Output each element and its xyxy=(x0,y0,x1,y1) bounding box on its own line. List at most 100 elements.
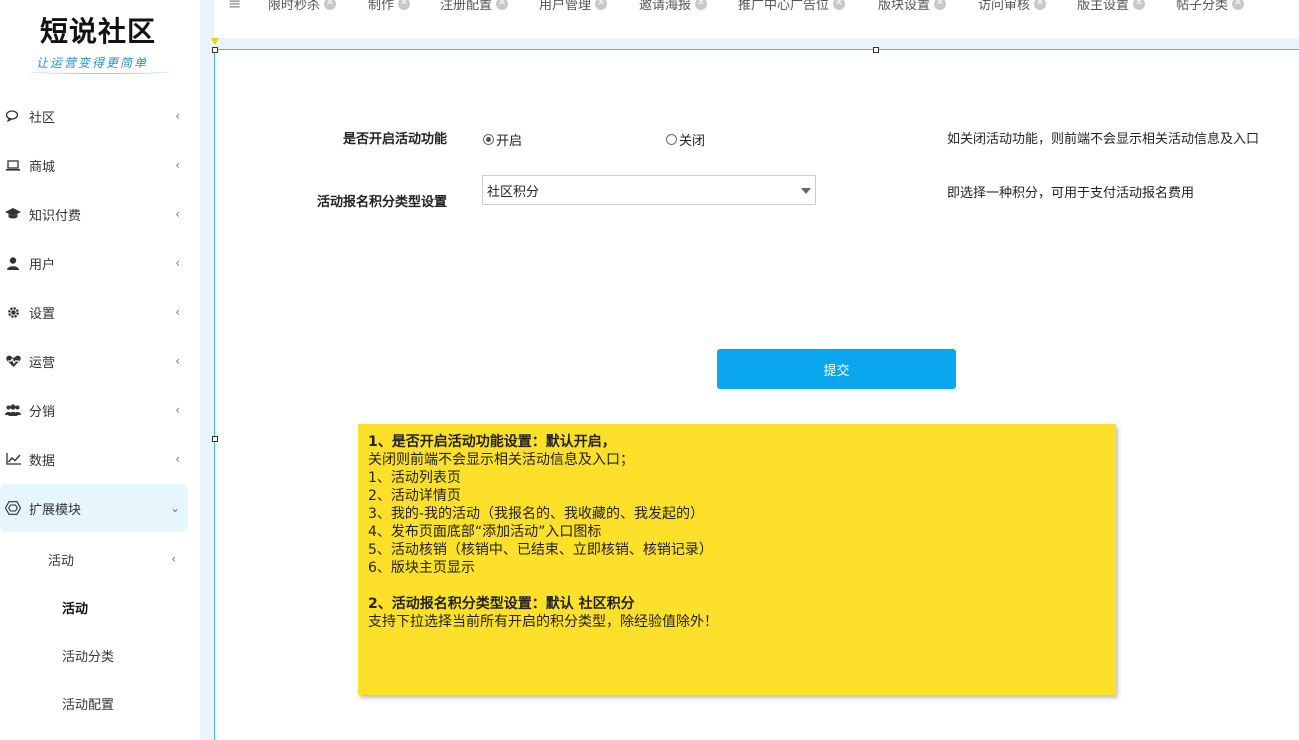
user-icon xyxy=(5,256,21,270)
sidebar-item-knowledge[interactable]: 知识付费 ‹ xyxy=(0,190,188,238)
note-line: 2、活动详情页 xyxy=(368,488,461,504)
sticky-note: 1、是否开启活动功能设置：默认开启， 关闭则前端不会显示相关活动信息及入口； 1… xyxy=(358,424,1116,695)
enable-activity-label: 是否开启活动功能 xyxy=(342,132,447,147)
close-icon[interactable]: ✕ xyxy=(1034,0,1047,10)
sidebar-item-distribution[interactable]: 分销 ‹ xyxy=(0,386,188,434)
sidebar-subitem-label: 活动 xyxy=(62,601,89,617)
sidebar-item-user[interactable]: 用户 ‹ xyxy=(0,239,188,287)
tab-label: 帖子分类 xyxy=(1176,0,1229,13)
note-line: 6、版块主页显示 xyxy=(368,560,475,576)
note-line: 4、发布页面底部“添加活动”入口图标 xyxy=(368,524,602,540)
tab-label: 推广中心广告位 xyxy=(738,0,830,13)
logo-subtitle: 让运营变得更简单 xyxy=(36,56,149,70)
heartbeat-icon xyxy=(5,355,21,367)
note-line: 支持下拉选择当前所有开启的积分类型，除经验值除外！ xyxy=(368,614,718,630)
close-icon[interactable]: ✕ xyxy=(324,0,337,10)
tab-access-review[interactable]: 访问审核 ✕ xyxy=(978,0,1047,13)
tab-label: 版主设置 xyxy=(1077,0,1130,13)
radio-enable-on[interactable]: 开启 xyxy=(483,130,522,149)
caret-down-icon xyxy=(801,188,811,194)
close-icon[interactable]: ✕ xyxy=(695,0,708,10)
sidebar-item-label: 扩展模块 xyxy=(29,502,82,518)
sidebar-subitem-activity-config[interactable]: 活动配置 xyxy=(0,679,188,727)
resize-handle[interactable] xyxy=(873,47,879,53)
logo-title: 短说社区 xyxy=(40,15,157,48)
users-icon xyxy=(5,404,21,416)
sidebar-item-mall[interactable]: 商城 ‹ xyxy=(0,141,188,189)
tab-register-config[interactable]: 注册配置 ✕ xyxy=(440,0,509,13)
note-line: 关闭则前端不会显示相关活动信息及入口； xyxy=(368,452,634,468)
score-type-value: 社区积分 xyxy=(487,184,540,200)
note-line: 1、活动列表页 xyxy=(368,470,461,486)
sidebar: 短说社区 让运营变得更简单 社区 ‹ 商城 ‹ 知识付费 ‹ 用户 ‹ 设置 ‹… xyxy=(0,0,200,740)
tab-user-management[interactable]: 用户管理 ✕ xyxy=(539,0,608,13)
chevron-left-icon: ‹ xyxy=(175,403,180,417)
tab-label: 版块设置 xyxy=(878,0,931,13)
close-icon[interactable]: ✕ xyxy=(833,0,846,10)
sidebar-subgroup-activity[interactable]: 活动 ‹ xyxy=(0,535,188,583)
close-icon[interactable]: ✕ xyxy=(1232,0,1245,10)
tab-label: 访问审核 xyxy=(978,0,1031,13)
tab-label: 邀请海报 xyxy=(639,0,692,13)
tab-section-settings[interactable]: 版块设置 ✕ xyxy=(878,0,947,13)
radio-checked-icon xyxy=(483,134,494,145)
chevron-left-icon: ‹ xyxy=(175,158,180,172)
radio-unchecked-icon xyxy=(666,134,677,145)
tab-post-category[interactable]: 帖子分类 ✕ xyxy=(1176,0,1245,13)
tab-promo-ad[interactable]: 推广中心广告位 ✕ xyxy=(738,0,846,13)
cube-icon xyxy=(5,501,21,515)
chevron-left-icon: ‹ xyxy=(171,552,176,566)
radio-label: 开启 xyxy=(496,134,523,149)
sidebar-item-community[interactable]: 社区 ‹ xyxy=(0,92,188,140)
close-icon[interactable]: ✕ xyxy=(398,0,411,10)
radio-label: 关闭 xyxy=(679,134,706,149)
chevron-left-icon: ‹ xyxy=(175,305,180,319)
gear-icon xyxy=(5,306,21,319)
radio-enable-off[interactable]: 关闭 xyxy=(666,130,705,149)
main-content: 是否开启活动功能 开启 关闭 如关闭活动功能，则前端不会显示相关活动信息及入口 … xyxy=(211,38,1299,740)
sidebar-item-label: 运营 xyxy=(29,355,56,371)
close-icon[interactable]: ✕ xyxy=(934,0,947,10)
close-icon[interactable]: ✕ xyxy=(496,0,509,10)
close-icon[interactable]: ✕ xyxy=(595,0,608,10)
tab-make[interactable]: 制作 ✕ xyxy=(368,0,411,13)
score-type-select[interactable]: 社区积分 xyxy=(482,175,816,205)
sidebar-subitem-activity[interactable]: 活动 xyxy=(0,583,188,631)
sidebar-item-label: 设置 xyxy=(29,306,56,322)
sidebar-subitem-label: 活动配置 xyxy=(62,697,115,713)
sidebar-subitem-activity-category[interactable]: 活动分类 xyxy=(0,631,188,679)
sidebar-item-operation[interactable]: 运营 ‹ xyxy=(0,337,188,385)
sidebar-item-settings[interactable]: 设置 ‹ xyxy=(0,288,188,336)
chat-icon xyxy=(5,110,21,122)
anchor-marker-icon xyxy=(211,38,219,45)
sidebar-gutter xyxy=(200,0,214,740)
sidebar-subitem-label: 活动分类 xyxy=(62,649,115,665)
score-type-label: 活动报名积分类型设置 xyxy=(316,195,447,210)
tab-bar-divider xyxy=(214,38,1299,49)
sidebar-item-data[interactable]: 数据 ‹ xyxy=(0,435,188,483)
note-heading: 1、是否开启活动功能设置：默认开启， xyxy=(368,434,616,450)
tab-moderator-settings[interactable]: 版主设置 ✕ xyxy=(1077,0,1146,13)
enable-activity-hint: 如关闭活动功能，则前端不会显示相关活动信息及入口 xyxy=(947,132,1260,147)
tab-flash-sale[interactable]: 限时秒杀 ✕ xyxy=(268,0,337,13)
submit-button[interactable]: 提交 xyxy=(717,349,956,389)
chevron-left-icon: ‹ xyxy=(175,256,180,270)
tab-label: 用户管理 xyxy=(539,0,592,13)
resize-handle[interactable] xyxy=(212,436,218,442)
sidebar-item-label: 数据 xyxy=(29,453,56,469)
tab-invite-poster[interactable]: 邀请海报 ✕ xyxy=(639,0,708,13)
close-icon[interactable]: ✕ xyxy=(1133,0,1146,10)
sidebar-item-extension[interactable]: 扩展模块 ⌄ xyxy=(0,484,188,532)
note-line: 3、我的-我的活动（我报名的、我收藏的、我发起的） xyxy=(368,506,704,522)
logo-underline xyxy=(30,70,170,74)
resize-handle[interactable] xyxy=(212,47,218,53)
sidebar-item-label: 分销 xyxy=(29,404,56,420)
tab-label: 注册配置 xyxy=(440,0,493,13)
tab-bar: ≡ 限时秒杀 ✕ 制作 ✕ 注册配置 ✕ 用户管理 ✕ 邀请海报 ✕ 推广中心广告位 ✕ 版… xyxy=(214,0,1299,38)
graduation-cap-icon xyxy=(5,208,21,220)
chevron-left-icon: ‹ xyxy=(175,354,180,368)
laptop-icon xyxy=(5,159,21,171)
menu-toggle-icon[interactable]: ≡ xyxy=(228,0,241,13)
chevron-left-icon: ‹ xyxy=(175,109,180,123)
sidebar-item-label: 知识付费 xyxy=(29,208,82,224)
